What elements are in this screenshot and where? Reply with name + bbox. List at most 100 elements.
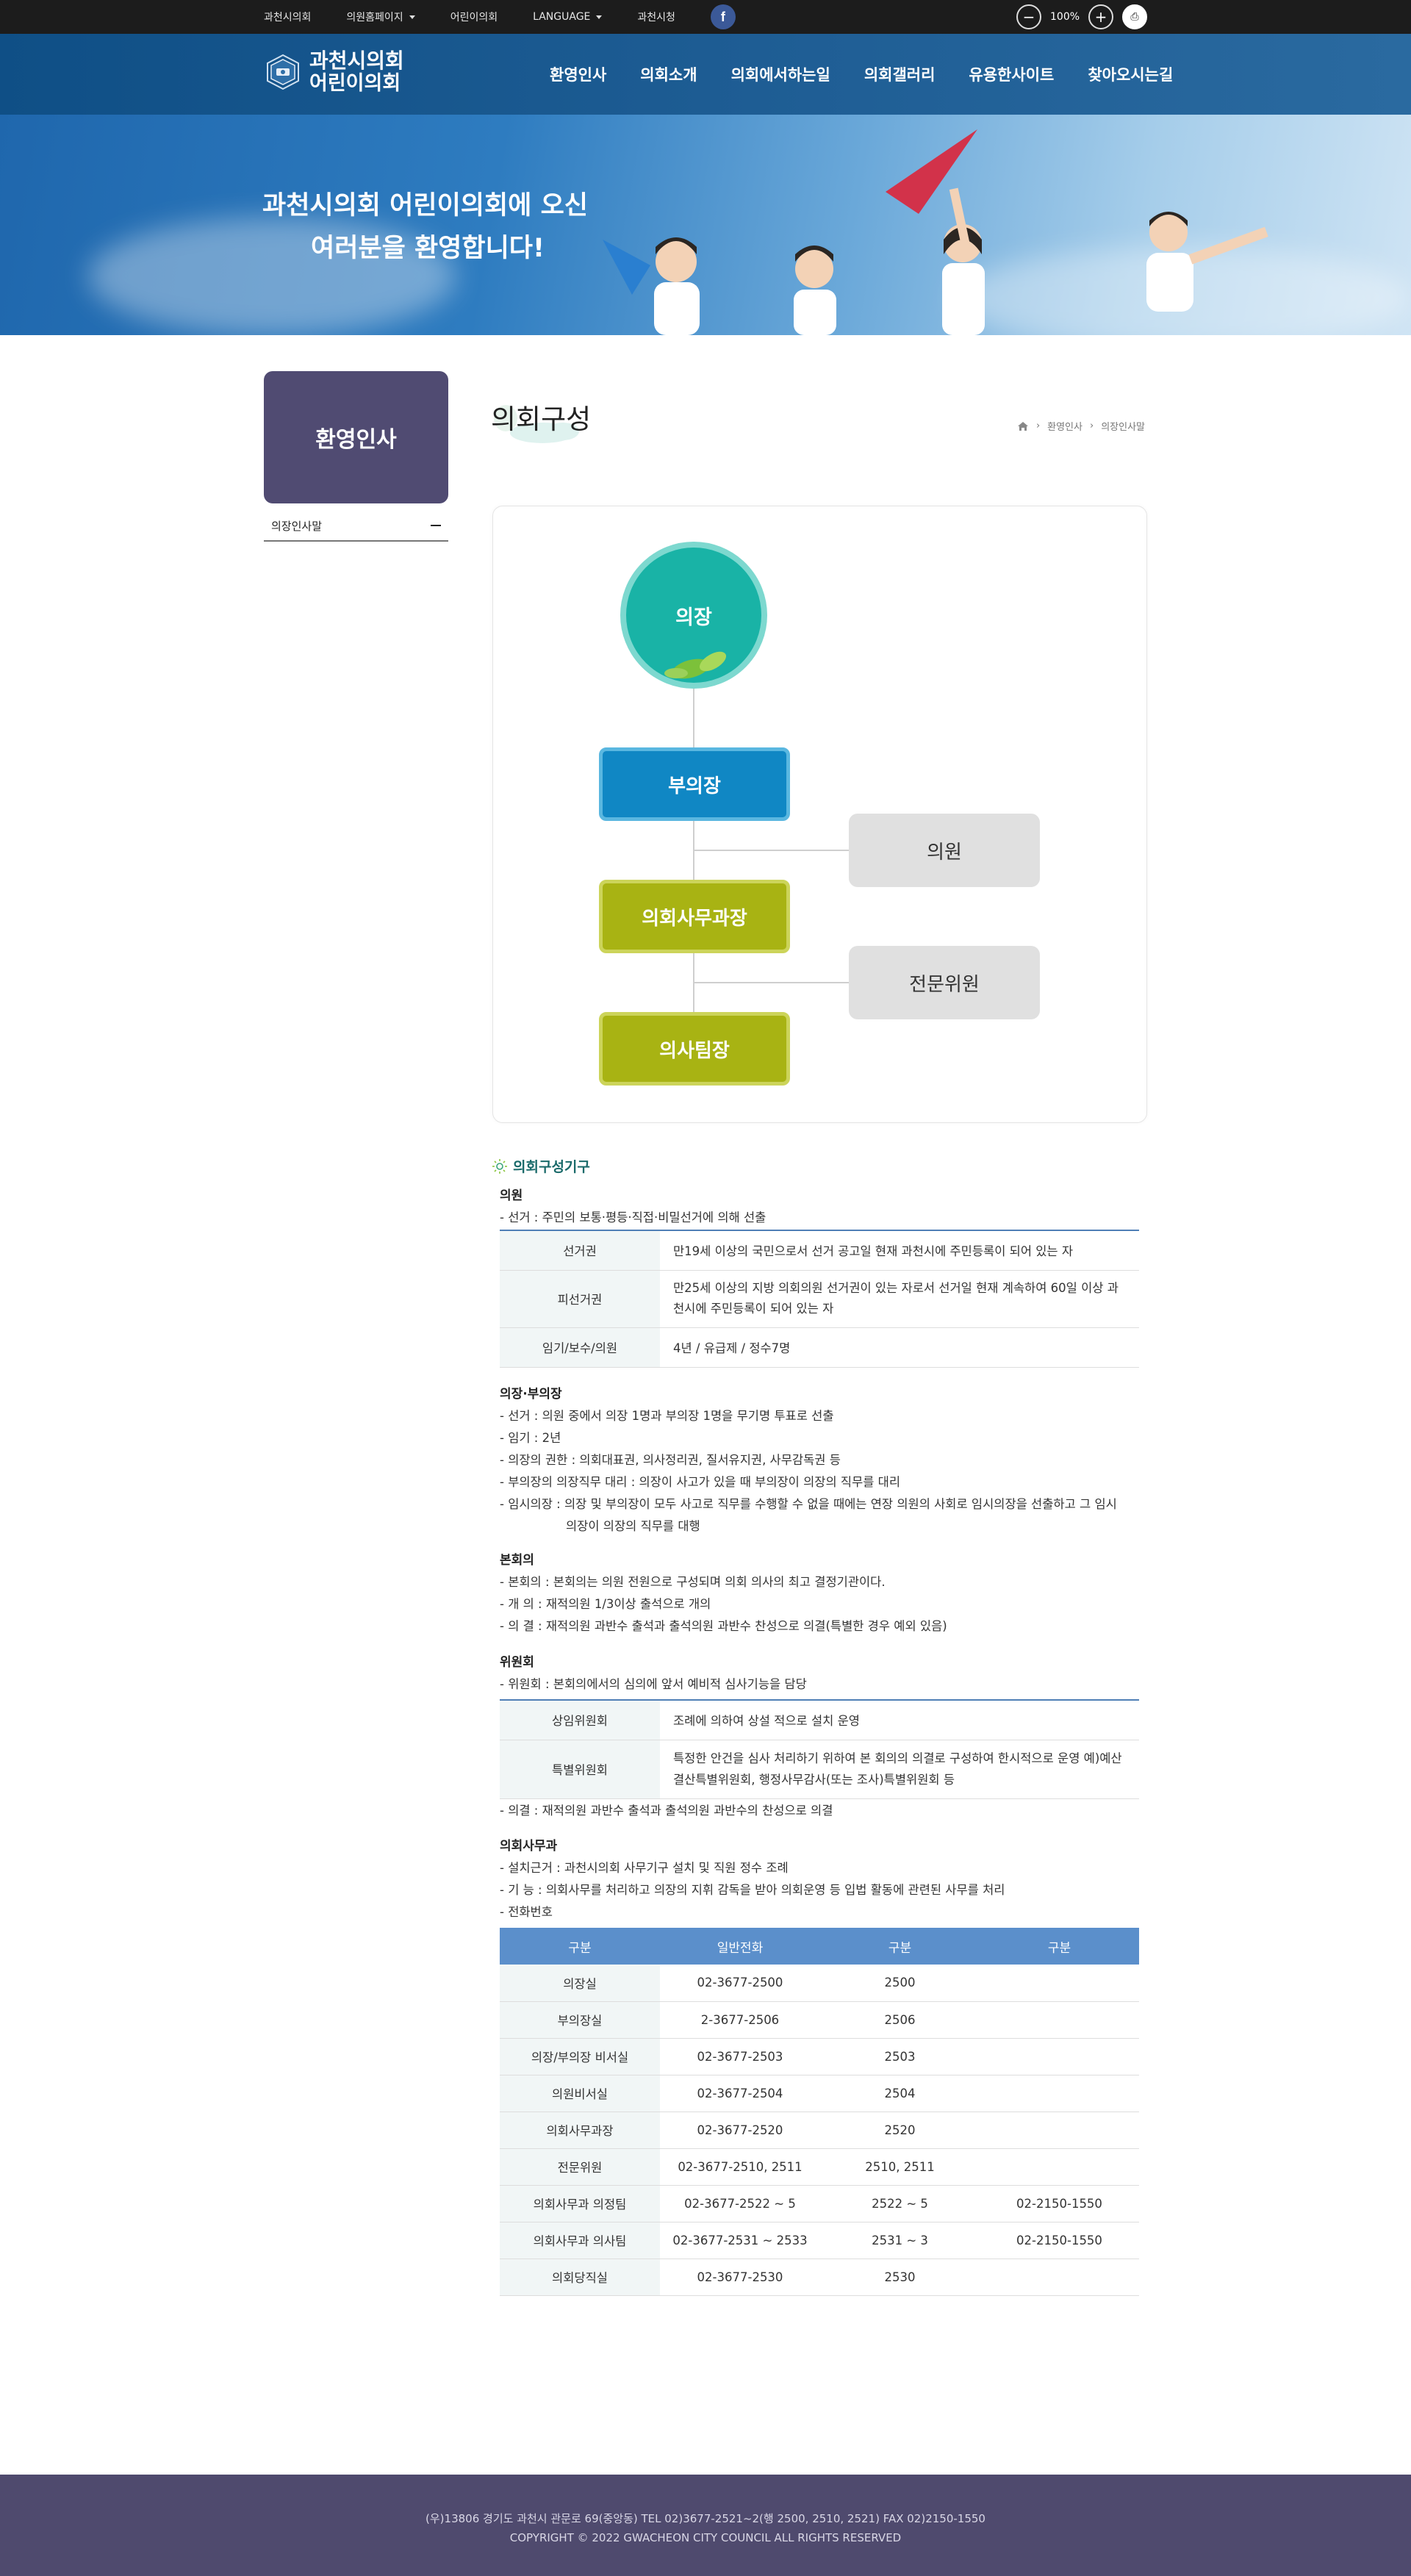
column-header: 구분	[500, 1928, 660, 1965]
table-cell: 의회사무과 의정팀	[500, 2185, 660, 2222]
chair-line: - 임시의장 : 의장 및 부의장이 모두 사고로 직무를 수행할 수 없을 때…	[500, 1497, 1117, 1511]
org-node-vice-chair: 부의장	[599, 747, 790, 821]
chair-line: - 의장의 권한 : 의회대표권, 의사정리권, 질서유지권, 사무감독권 등	[500, 1453, 841, 1467]
table-cell: 02-3677-2504	[660, 2075, 820, 2112]
chair-line: - 임기 : 2년	[500, 1431, 561, 1445]
table-row: 의회사무과 의정팀 02-3677-2522 ~ 5 2522 ~ 5 02-2150…	[500, 2185, 1139, 2222]
table-row: 의장/부의장 비서실 02-3677-2503 2503	[500, 2038, 1139, 2075]
table-row: 의장실 02-3677-2500 2500	[500, 1965, 1139, 2002]
table-cell: 02-3677-2530	[660, 2259, 820, 2296]
org-node-secretariat: 의회사무과장	[599, 880, 790, 953]
table-cell	[980, 2038, 1139, 2075]
column-header: 일반전화	[660, 1928, 820, 1965]
sun-icon	[492, 1158, 507, 1174]
table-row: 선거권 만19세 이상의 국민으로서 선거 공고일 현재 과천시에 주민등록이 되…	[500, 1230, 1139, 1271]
table-key: 임기/보수/의원	[500, 1327, 660, 1368]
chair-block: 의장·부의장 - 선거 : 의원 중에서 의장 1명과 부의장 1명을 무기명 …	[500, 1383, 1139, 1538]
table-row: 의회사무과장 02-3677-2520 2520	[500, 2112, 1139, 2149]
plenary-line: - 개 의 : 재적의원 1/3이상 출석으로 개의	[500, 1597, 711, 1611]
footer-address: (우)13806 경기도 과천시 관문로 69(중앙동) TEL 02)3677…	[426, 2512, 985, 2525]
office-line: - 설치근거 : 과천시의회 사무기구 설치 및 직원 정수 조례	[500, 1861, 789, 1875]
node-label: 부의장	[668, 775, 721, 797]
table-value: 만19세 이상의 국민으로서 선거 공고일 현재 과천시에 주민등록이 되어 있…	[660, 1230, 1139, 1271]
table-header-row: 구분 일반전화 구분 구분	[500, 1928, 1139, 1965]
table-cell	[980, 2259, 1139, 2296]
table-cell: 2504	[820, 2075, 980, 2112]
leaf-icon	[664, 651, 727, 679]
table-row: 의회사무과 의사팀 02-3677-2531 ~ 2533 2531 ~ 3 02-2…	[500, 2222, 1139, 2259]
table-cell	[980, 2075, 1139, 2112]
table-cell: 2531 ~ 3	[820, 2222, 980, 2259]
node-label: 의회사무과장	[642, 907, 747, 930]
committee-heading: 위원회	[500, 1655, 534, 1670]
table-cell	[980, 1965, 1139, 2002]
table-row: 의원비서실 02-3677-2504 2504	[500, 2075, 1139, 2112]
table-cell: 02-2150-1550	[980, 2185, 1139, 2222]
council-heading: 의원	[500, 1188, 523, 1203]
phone-table: 구분 일반전화 구분 구분 의장실 02-3677-2500 2500 부의장실 2-3…	[500, 1928, 1139, 2296]
council-line: - 선거 : 주민의 보통·평등·직접·비밀선거에 의해 선출	[500, 1210, 766, 1224]
chair-line: - 선거 : 의원 중에서 의장 1명과 부의장 1명을 무기명 투표로 선출	[500, 1409, 834, 1423]
footer-copyright: COPYRIGHT © 2022 GWACHEON CITY COUNCIL A…	[509, 2531, 902, 2544]
table-key: 선거권	[500, 1230, 660, 1271]
council-table: 선거권 만19세 이상의 국민으로서 선거 공고일 현재 과천시에 주민등록이 되…	[500, 1230, 1139, 1368]
table-cell: 02-3677-2531 ~ 2533	[660, 2222, 820, 2259]
column-header: 구분	[820, 1928, 980, 1965]
table-cell: 의원비서실	[500, 2075, 660, 2112]
table-row: 의회당직실 02-3677-2530 2530	[500, 2259, 1139, 2296]
section-title-text: 의회구성기구	[513, 1159, 590, 1175]
committee-after: - 의결 : 재적의원 과반수 출석과 출석의원 과반수의 찬성으로 의결	[500, 1800, 1139, 1822]
table-cell: 2530	[820, 2259, 980, 2296]
node-label: 의원	[927, 841, 962, 864]
chair-line: 의장이 의장의 직무를 대행	[566, 1519, 700, 1533]
plenary-line: - 본회의 : 본회의는 의원 전원으로 구성되며 의회 의사의 최고 결정기관…	[500, 1575, 886, 1589]
plenary-block: 본회의 - 본회의 : 본회의는 의원 전원으로 구성되며 의회 의사의 최고 …	[500, 1549, 1139, 1637]
committee-table: 상임위원회 조례에 의하여 상설 적으로 설치 운영 특별위원회 특정한 안건을 심…	[500, 1699, 1139, 1799]
table-cell: 2506	[820, 2001, 980, 2039]
table-cell: 02-3677-2510, 2511	[660, 2148, 820, 2186]
council-block: 의원 - 선거 : 주민의 보통·평등·직접·비밀선거에 의해 선출	[500, 1185, 1139, 1229]
table-cell: 2510, 2511	[820, 2148, 980, 2186]
chair-heading: 의장·부의장	[500, 1387, 562, 1402]
table-value: 만25세 이상의 지방 의회의원 선거권이 있는 자로서 선거일 현재 계속하여…	[660, 1270, 1139, 1328]
office-block: 의회사무과 - 설치근거 : 과천시의회 사무기구 설치 및 직원 정수 조례 …	[500, 1835, 1139, 1923]
table-cell: 2-3677-2506	[660, 2001, 820, 2039]
table-row: 부의장실 2-3677-2506 2506	[500, 2001, 1139, 2039]
table-cell: 2500	[820, 1965, 980, 2002]
node-label: 의사팀장	[659, 1039, 730, 1062]
committee-block: 위원회 - 위원회 : 본회의에서의 심의에 앞서 예비적 심사기능을 담당	[500, 1651, 1139, 1696]
table-key: 상임위원회	[500, 1700, 660, 1740]
table-cell	[980, 2112, 1139, 2149]
table-value: 조례에 의하여 상설 적으로 설치 운영	[660, 1700, 1139, 1740]
table-cell: 의장/부의장 비서실	[500, 2038, 660, 2075]
table-cell: 의회사무과 의사팀	[500, 2222, 660, 2259]
table-row: 전문위원 02-3677-2510, 2511 2510, 2511	[500, 2148, 1139, 2186]
table-cell: 02-3677-2503	[660, 2038, 820, 2075]
table-cell: 02-3677-2520	[660, 2112, 820, 2149]
node-label: 의장	[675, 606, 712, 629]
section-title: 의회구성기구	[492, 1156, 590, 1176]
table-value: 4년 / 유급제 / 정수7명	[660, 1327, 1139, 1368]
table-cell: 의회당직실	[500, 2259, 660, 2296]
table-row: 상임위원회 조례에 의하여 상설 적으로 설치 운영	[500, 1700, 1139, 1740]
table-cell	[980, 2001, 1139, 2039]
org-node-expert: 전문위원	[849, 946, 1040, 1019]
office-heading: 의회사무과	[500, 1839, 558, 1854]
plenary-heading: 본회의	[500, 1553, 534, 1568]
org-node-agenda-team: 의사팀장	[599, 1012, 790, 1086]
column-header: 구분	[980, 1928, 1139, 1965]
office-line: - 전화번호	[500, 1905, 553, 1919]
table-cell: 의장실	[500, 1965, 660, 2002]
table-cell: 02-3677-2500	[660, 1965, 820, 2002]
table-cell	[980, 2148, 1139, 2186]
table-row: 특별위원회 특정한 안건을 심사 처리하기 위하여 본 회의의 의결로 구성하여 …	[500, 1740, 1139, 1799]
table-cell: 전문위원	[500, 2148, 660, 2186]
table-value: 특정한 안건을 심사 처리하기 위하여 본 회의의 의결로 구성하여 한시적으로…	[660, 1740, 1139, 1799]
table-cell: 의회사무과장	[500, 2112, 660, 2149]
committee-after-line: - 의결 : 재적의원 과반수 출석과 출석의원 과반수의 찬성으로 의결	[500, 1804, 833, 1818]
table-cell: 02-2150-1550	[980, 2222, 1139, 2259]
table-row: 피선거권 만25세 이상의 지방 의회의원 선거권이 있는 자로서 선거일 현재 …	[500, 1270, 1139, 1328]
table-cell: 2520	[820, 2112, 980, 2149]
table-cell: 2522 ~ 5	[820, 2185, 980, 2222]
office-line: - 기 능 : 의회사무를 처리하고 의장의 지휘 감독을 받아 의회운영 등 …	[500, 1883, 1005, 1897]
